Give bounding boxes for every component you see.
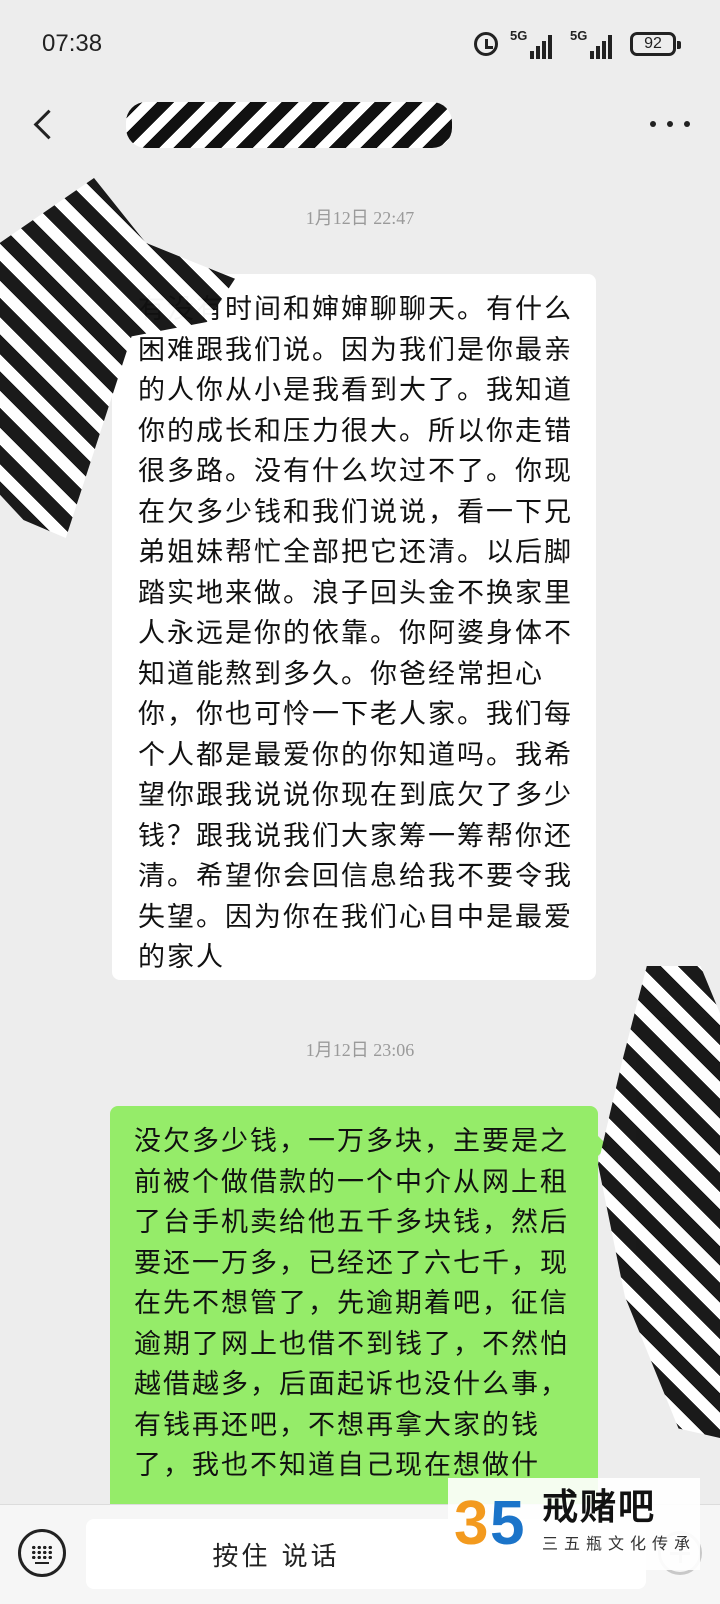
watermark-subtitle: 三五瓶文化传承: [542, 1534, 697, 1553]
network-label: 5G: [570, 28, 588, 43]
watermark: 3 5 戒赌吧 三五瓶文化传承: [448, 1478, 700, 1570]
more-button[interactable]: [650, 112, 690, 136]
signal-icon: 5G: [510, 29, 558, 59]
status-bar: 07:38 5G 5G 92: [0, 0, 720, 88]
status-time: 07:38: [42, 30, 103, 57]
redacted-avatar[interactable]: [598, 966, 720, 1438]
message-text: 有没有时间和婶婶聊聊天。有什么困难跟我们说。因为我们是你最亲的人你从小是我看到大…: [138, 294, 573, 973]
signal-icon: 5G: [570, 29, 618, 59]
chat-header: [0, 88, 720, 160]
incoming-message-bubble[interactable]: 有没有时间和婶婶聊聊天。有什么困难跟我们说。因为我们是你最亲的人你从小是我看到大…: [102, 274, 596, 980]
svg-text:3: 3: [454, 1489, 488, 1556]
message-timestamp: 1月12日 23:06: [305, 1040, 415, 1060]
outgoing-message-bubble[interactable]: 没欠多少钱，一万多块，主要是之前被个做借款的一个中介从网上租了台手机卖给他五千多…: [110, 1106, 608, 1504]
more-dot: [650, 121, 656, 127]
watermark-title: 戒赌吧: [542, 1487, 657, 1528]
battery-level: 92: [644, 35, 662, 52]
more-dot: [667, 121, 673, 127]
battery-icon: 92: [630, 32, 681, 56]
back-button[interactable]: [24, 104, 64, 144]
chat-messages[interactable]: 1月12日 22:47 有没有时间和婶婶聊聊天。有什么困难跟我们说。因为我们是你…: [0, 160, 720, 1504]
keyboard-icon[interactable]: [18, 1529, 66, 1577]
contact-name-redacted[interactable]: [126, 102, 452, 148]
watermark-logo: 3 5: [454, 1489, 524, 1556]
status-icons: 5G 5G 92: [474, 26, 681, 62]
message-text: 没欠多少钱，一万多块，主要是之前被个做借款的一个中介从网上租了台手机卖给他五千多…: [134, 1126, 569, 1481]
more-dot: [684, 121, 690, 127]
alarm-icon: [474, 32, 498, 56]
network-label: 5G: [510, 28, 528, 43]
svg-text:5: 5: [490, 1489, 524, 1556]
